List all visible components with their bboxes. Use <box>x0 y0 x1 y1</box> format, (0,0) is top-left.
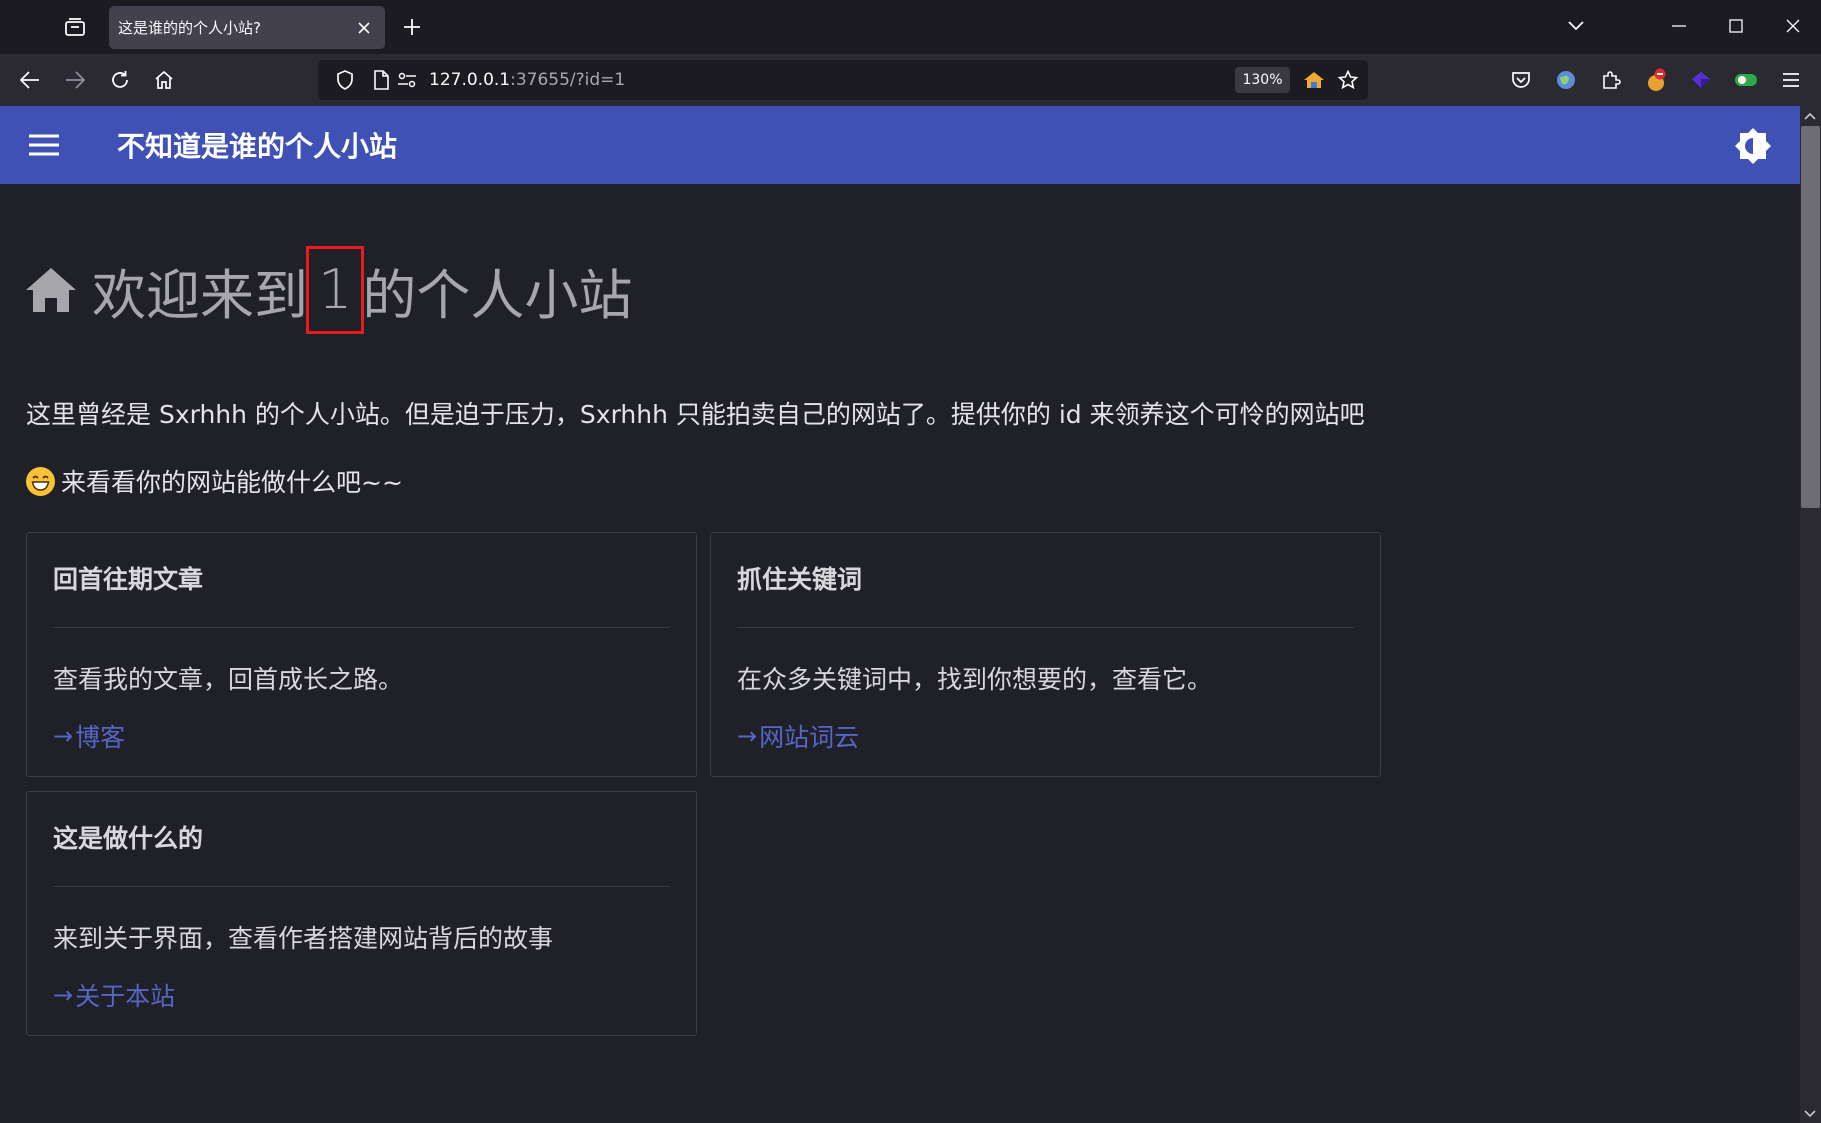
scroll-down-icon[interactable] <box>1804 1108 1816 1120</box>
card-description: 查看我的文章，回首成长之路。 <box>53 665 404 694</box>
card-description: 来到关于界面，查看作者搭建网站背后的故事 <box>53 924 554 953</box>
card-title: 回首往期文章 <box>53 565 204 594</box>
maximize-icon[interactable] <box>1716 8 1756 44</box>
card-divider <box>737 627 1354 628</box>
card-blog: 回首往期文章 查看我的文章，回首成长之路。 → 博客 <box>26 532 697 777</box>
site-title[interactable]: 不知道是谁的个人小站 <box>117 125 397 165</box>
app-menu-icon[interactable] <box>1774 63 1808 97</box>
cta-line: 来看看你的网站能做什么吧~~ <box>26 463 403 499</box>
page-viewport: 不知道是谁的个人小站 欢迎来到 1 的个人小站 这里曾经是 Sxrhhh 的个人… <box>0 106 1800 1123</box>
about-link-label: 关于本站 <box>75 982 176 1011</box>
arrow-right-icon: → <box>737 722 758 750</box>
intro-paragraph: 这里曾经是 Sxrhhh 的个人小站。但是迫于压力，Sxrhhh 只能拍卖自己的… <box>26 400 1365 429</box>
list-all-tabs-icon[interactable] <box>1556 8 1596 44</box>
page-scrollbar[interactable] <box>1800 106 1821 1123</box>
pocket-icon[interactable] <box>1504 63 1538 97</box>
toggle-extension-icon[interactable] <box>1729 63 1763 97</box>
wordcloud-link[interactable]: → 网站词云 <box>737 718 859 754</box>
tab-title: 这是谁的的个人小站? <box>118 19 261 37</box>
bookmark-star-icon[interactable] <box>1337 69 1359 91</box>
wordcloud-link-label: 网站词云 <box>759 723 860 752</box>
card-divider <box>53 886 670 887</box>
site-app-bar: 不知道是谁的个人小站 <box>0 106 1800 184</box>
address-bar[interactable]: 127.0.0.1:37655/?id=1 130% <box>318 60 1368 100</box>
card-title: 抓住关键词 <box>737 565 863 594</box>
minimize-icon[interactable] <box>1659 8 1699 44</box>
welcome-heading: 欢迎来到 1 的个人小站 <box>26 246 633 334</box>
blog-link[interactable]: → 博客 <box>53 718 125 754</box>
purple-extension-icon[interactable] <box>1684 63 1718 97</box>
card-title: 这是做什么的 <box>53 824 204 853</box>
hamburger-menu-icon[interactable] <box>26 127 62 163</box>
page-info-icon[interactable] <box>370 69 392 91</box>
zoom-level-badge[interactable]: 130% <box>1235 67 1290 93</box>
welcome-prefix: 欢迎来到 <box>92 263 308 327</box>
url-path: :37655/?id=1 <box>510 70 626 90</box>
arrow-right-icon: → <box>53 981 74 1009</box>
home-icon <box>26 262 82 318</box>
grinning-emoji-icon <box>26 466 55 496</box>
browser-nav-bar: 127.0.0.1:37655/?id=1 130% <box>0 54 1821 106</box>
user-id-highlight: 1 <box>306 246 365 334</box>
reload-icon[interactable] <box>103 63 137 97</box>
new-tab-icon[interactable] <box>397 12 427 42</box>
card-wordcloud: 抓住关键词 在众多关键词中，找到你想要的，查看它。 → 网站词云 <box>710 532 1381 777</box>
theme-toggle-icon[interactable] <box>1731 124 1775 168</box>
forward-icon[interactable] <box>58 63 92 97</box>
card-about: 这是做什么的 来到关于界面，查看作者搭建网站背后的故事 → 关于本站 <box>26 791 697 1036</box>
cta-text: 来看看你的网站能做什么吧~~ <box>61 468 403 497</box>
welcome-suffix: 的个人小站 <box>362 263 633 327</box>
globe-extension-icon[interactable] <box>1549 63 1583 97</box>
blog-link-label: 博客 <box>75 723 126 752</box>
scroll-up-icon[interactable] <box>1804 110 1816 122</box>
scrollbar-thumb[interactable] <box>1801 126 1820 508</box>
extensions-puzzle-icon[interactable] <box>1594 63 1628 97</box>
url-host: 127.0.0.1 <box>429 70 511 90</box>
tracking-protection-shield-icon[interactable] <box>334 69 356 91</box>
back-icon[interactable] <box>13 63 47 97</box>
close-tab-icon[interactable] <box>351 15 377 41</box>
arrow-right-icon: → <box>53 722 74 750</box>
url-text[interactable]: 127.0.0.1:37655/?id=1 <box>429 70 625 90</box>
card-divider <box>53 627 670 628</box>
home-extension-icon[interactable] <box>1303 69 1325 91</box>
site-permissions-icon[interactable] <box>396 69 418 91</box>
browser-tab-active[interactable]: 这是谁的的个人小站? <box>109 6 385 49</box>
about-link[interactable]: → 关于本站 <box>53 977 175 1013</box>
home-icon[interactable] <box>147 63 181 97</box>
close-window-icon[interactable] <box>1773 8 1813 44</box>
tab-list-icon[interactable] <box>58 13 92 41</box>
card-description: 在众多关键词中，找到你想要的，查看它。 <box>737 665 1213 694</box>
blocker-extension-icon[interactable] <box>1640 63 1674 97</box>
browser-tab-bar: 这是谁的的个人小站? <box>0 0 1821 54</box>
